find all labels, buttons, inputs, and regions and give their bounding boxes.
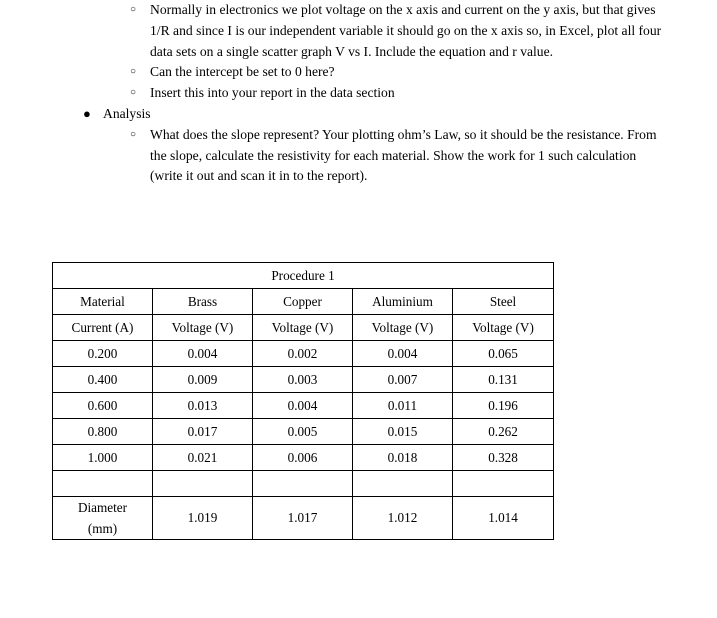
table-row: Current (A) Voltage (V) Voltage (V) Volt… xyxy=(52,314,555,341)
table-cell: 0.017 xyxy=(152,418,253,445)
table-row: 0.400 0.009 0.003 0.007 0.131 xyxy=(52,366,555,393)
table-cell-material-header: Material xyxy=(52,288,153,315)
diameter-label-line2: (mm) xyxy=(87,521,118,536)
table-cell-unit-brass: Voltage (V) xyxy=(152,314,253,341)
table-cell-empty xyxy=(52,470,153,497)
table-cell-unit-copper: Voltage (V) xyxy=(252,314,353,341)
table-cell: 0.011 xyxy=(352,392,453,419)
table-row: 0.200 0.004 0.002 0.004 0.065 xyxy=(52,340,555,367)
table-spacer-row xyxy=(52,470,555,497)
table-cell: 0.400 xyxy=(52,366,153,393)
hollow-circle-bullet-icon: ○ xyxy=(130,128,137,140)
table-row: 0.600 0.013 0.004 0.011 0.196 xyxy=(52,392,555,419)
table-cell: 0.800 xyxy=(52,418,153,445)
table-cell: 0.600 xyxy=(52,392,153,419)
list-item: ○ What does the slope represent? Your pl… xyxy=(130,125,668,187)
table-cell: 0.131 xyxy=(451,366,555,393)
table-cell-unit-steel: Voltage (V) xyxy=(451,314,555,341)
table-cell-empty xyxy=(152,470,253,497)
table-row: 0.800 0.017 0.005 0.015 0.262 xyxy=(52,418,555,445)
table-cell: 0.262 xyxy=(451,418,555,445)
table-row: 1.000 0.021 0.006 0.018 0.328 xyxy=(52,444,555,471)
table-cell: 0.013 xyxy=(152,392,253,419)
procedure-table-container: Procedure 1 Material Brass Copper Alumin… xyxy=(51,262,555,540)
table-cell-unit-aluminium: Voltage (V) xyxy=(352,314,453,341)
table-cell-empty xyxy=(352,470,453,497)
table-cell: 0.005 xyxy=(252,418,353,445)
table-cell-material-copper: Copper xyxy=(252,288,353,315)
table-title-row: Procedure 1 xyxy=(51,262,555,289)
table-cell: 0.018 xyxy=(352,444,453,471)
hollow-circle-bullet-icon: ○ xyxy=(130,87,137,99)
list-item-label: What does the slope represent? Your plot… xyxy=(150,126,657,184)
list-item: ○ Can the intercept be set to 0 here? xyxy=(130,62,668,83)
diameter-label-line1: Diameter xyxy=(77,500,128,515)
table-cell-diameter-label: Diameter (mm) xyxy=(52,496,153,540)
hollow-circle-bullet-icon: ○ xyxy=(130,4,137,15)
table-cell: 0.065 xyxy=(451,340,555,367)
table-cell-material-aluminium: Aluminium xyxy=(352,288,453,315)
table-cell-material-brass: Brass xyxy=(152,288,253,315)
table-cell: 0.021 xyxy=(152,444,253,471)
table-cell: 0.004 xyxy=(152,340,253,367)
list-item-label: Normally in electronics we plot voltage … xyxy=(150,2,662,59)
table-cell: 0.003 xyxy=(252,366,353,393)
table-cell: 0.002 xyxy=(252,340,353,367)
table-cell: 0.009 xyxy=(152,366,253,393)
procedure-1-table: Procedure 1 Material Brass Copper Alumin… xyxy=(51,262,555,540)
table-title: Procedure 1 xyxy=(51,262,555,289)
list-item-label: Analysis xyxy=(103,105,151,121)
table-cell-diameter-brass: 1.019 xyxy=(152,496,253,540)
table-cell: 1.000 xyxy=(52,444,153,471)
table-cell: 0.007 xyxy=(352,366,453,393)
table-cell: 0.200 xyxy=(52,340,153,367)
outline-list: ○ Normally in electronics we plot voltag… xyxy=(0,0,717,187)
table-cell: 0.006 xyxy=(252,444,353,471)
table-cell-empty xyxy=(252,470,353,497)
list-item-label: Can the intercept be set to 0 here? xyxy=(150,64,335,80)
list-item: ○ Insert this into your report in the da… xyxy=(130,83,668,104)
table-cell: 0.004 xyxy=(352,340,453,367)
hollow-circle-bullet-icon: ○ xyxy=(130,66,137,78)
list-item-analysis: ● Analysis xyxy=(83,104,717,125)
table-diameter-row: Diameter (mm) 1.019 1.017 1.012 1.014 xyxy=(52,496,555,540)
list-item-label: Insert this into your report in the data… xyxy=(150,85,395,101)
table-cell-empty xyxy=(451,470,555,497)
table-cell: 0.015 xyxy=(352,418,453,445)
table-cell: 0.328 xyxy=(451,444,555,471)
filled-circle-bullet-icon: ● xyxy=(83,105,91,121)
document-body: ○ Normally in electronics we plot voltag… xyxy=(0,0,717,187)
table-cell-diameter-copper: 1.017 xyxy=(252,496,353,540)
table-cell-unit-current: Current (A) xyxy=(52,314,153,341)
list-item: ○ Normally in electronics we plot voltag… xyxy=(130,0,668,62)
table-cell-diameter-steel: 1.014 xyxy=(451,496,555,540)
table-cell-diameter-aluminium: 1.012 xyxy=(352,496,453,540)
table-cell: 0.004 xyxy=(252,392,353,419)
table-row: Material Brass Copper Aluminium Steel xyxy=(52,288,555,315)
table-cell-material-steel: Steel xyxy=(451,288,555,315)
table-cell: 0.196 xyxy=(451,392,555,419)
